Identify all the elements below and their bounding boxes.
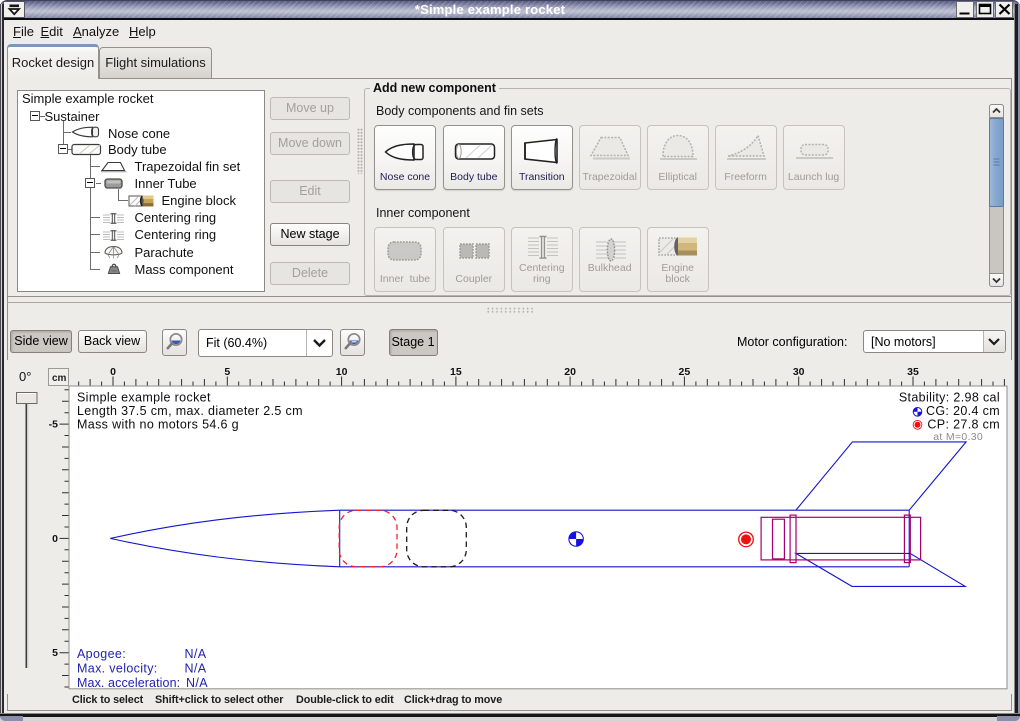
svg-text:10: 10 [336, 366, 348, 378]
svg-text:20: 20 [564, 366, 576, 378]
svg-text:N/A: N/A [185, 647, 207, 661]
svg-text:0°: 0° [19, 369, 31, 384]
svg-text:Stability: 2.98 cal: Stability: 2.98 cal [899, 391, 1000, 405]
svg-text:Apogee:: Apogee: [77, 647, 126, 661]
svg-text:at M=0.30: at M=0.30 [933, 431, 983, 443]
svg-text:CP: 27.8 cm: CP: 27.8 cm [927, 418, 1000, 432]
svg-text:0: 0 [52, 533, 58, 545]
svg-text:5: 5 [224, 366, 230, 378]
svg-text:N/A: N/A [185, 662, 207, 676]
svg-text:Length 37.5 cm, max. diameter: Length 37.5 cm, max. diameter 2.5 cm [77, 404, 303, 418]
svg-text:Max. velocity:: Max. velocity: [77, 662, 158, 676]
svg-text:25: 25 [679, 366, 691, 378]
svg-text:N/A: N/A [186, 676, 208, 690]
svg-text:15: 15 [450, 366, 462, 378]
svg-text:35: 35 [907, 366, 919, 378]
svg-text:CG: 20.4 cm: CG: 20.4 cm [926, 404, 1000, 418]
svg-text:Simple example rocket: Simple example rocket [77, 391, 211, 405]
svg-text:30: 30 [793, 366, 805, 378]
svg-text:-5: -5 [49, 419, 58, 431]
svg-text:Max. acceleration:: Max. acceleration: [77, 676, 180, 690]
svg-text:Mass with no motors 54.6 g: Mass with no motors 54.6 g [77, 418, 239, 432]
svg-text:5: 5 [52, 647, 58, 659]
svg-text:0: 0 [110, 366, 116, 378]
svg-text:cm: cm [52, 373, 67, 384]
